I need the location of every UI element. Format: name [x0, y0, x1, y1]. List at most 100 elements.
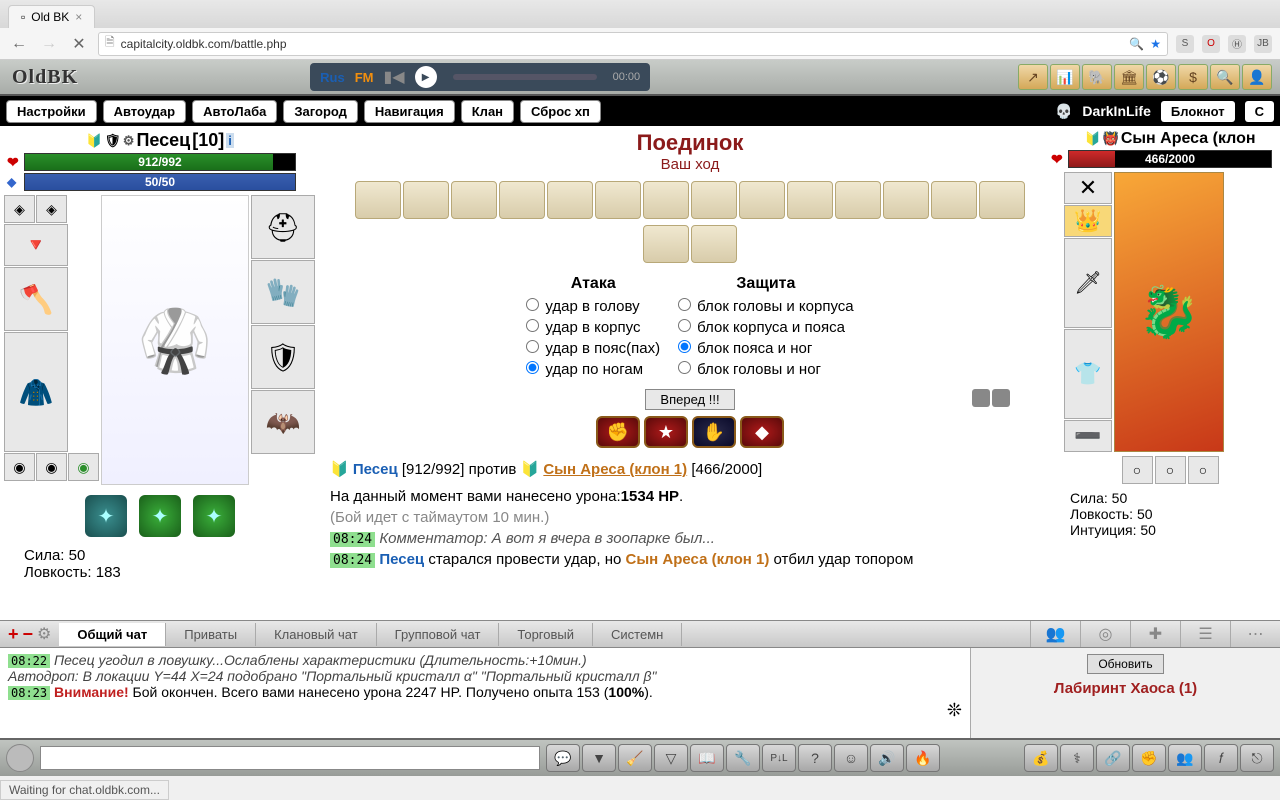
- slot-r-misc2[interactable]: ○: [1155, 456, 1186, 484]
- demon-icon[interactable]: 👹: [1103, 131, 1119, 147]
- skill-2[interactable]: ✦: [139, 495, 181, 537]
- chat-tab-trade[interactable]: Торговый: [499, 623, 593, 646]
- go-button[interactable]: Вперед !!!: [645, 389, 734, 410]
- rune-2[interactable]: ★: [644, 416, 688, 448]
- side-tab-target[interactable]: ◎: [1080, 621, 1130, 647]
- seek-bar[interactable]: [453, 74, 597, 80]
- link-icon[interactable]: 🔗: [1096, 744, 1130, 772]
- slot-necklace[interactable]: 🔻: [4, 224, 68, 266]
- game-logo[interactable]: OldBK: [0, 66, 90, 89]
- back-button[interactable]: ←: [8, 33, 30, 55]
- menu-outcity[interactable]: Загород: [283, 100, 358, 123]
- gear-icon[interactable]: ⚙: [37, 624, 51, 644]
- player-left-name[interactable]: Песец: [136, 130, 190, 151]
- chat-tab-system[interactable]: Системн: [593, 623, 682, 646]
- slot-r-neck[interactable]: ✕: [1064, 172, 1112, 204]
- menu-settings[interactable]: Настройки: [6, 100, 97, 123]
- exit-icon[interactable]: ⎋: [1240, 744, 1274, 772]
- top-icon-user[interactable]: 👤: [1242, 64, 1272, 90]
- wrench-icon[interactable]: 🔧: [726, 744, 760, 772]
- vs-player2[interactable]: Сын Ареса (клон 1): [543, 461, 687, 478]
- location-name[interactable]: Лабиринт Хаоса (1): [977, 680, 1274, 697]
- defense-option-1[interactable]: блок корпуса и пояса: [678, 319, 845, 336]
- slot-boots[interactable]: 🦇: [251, 390, 315, 454]
- clan-icon[interactable]: 🛡: [104, 133, 121, 149]
- star-icon[interactable]: ★: [1150, 37, 1161, 51]
- chat-input[interactable]: [40, 746, 540, 770]
- smile-icon[interactable]: ☺: [834, 744, 868, 772]
- slot-earring-l[interactable]: ◈: [4, 195, 35, 223]
- menu-clan[interactable]: Клан: [461, 100, 514, 123]
- slot-armor[interactable]: 🧥: [4, 332, 68, 452]
- top-icon-ball[interactable]: ⚽: [1146, 64, 1176, 90]
- rune-3[interactable]: ✋: [692, 416, 736, 448]
- stop-button[interactable]: ✕: [68, 33, 90, 55]
- bag-icon[interactable]: 💰: [1024, 744, 1058, 772]
- chat-tab-clan[interactable]: Клановый чат: [256, 623, 377, 646]
- top-icon-bank[interactable]: 🏛: [1114, 64, 1144, 90]
- torch-icon[interactable]: 🔥: [906, 744, 940, 772]
- top-icon-coin[interactable]: $: [1178, 64, 1208, 90]
- close-icon[interactable]: ×: [75, 10, 82, 24]
- align-icon[interactable]: 🔰: [86, 133, 102, 149]
- menu-autolab[interactable]: АвтоЛаба: [192, 100, 277, 123]
- funnel-icon[interactable]: ▽: [654, 744, 688, 772]
- menu-resethp[interactable]: Сброс хп: [520, 100, 601, 123]
- slot-helmet[interactable]: ⛑: [251, 195, 315, 259]
- attack-option-2[interactable]: удар в пояс(пах): [526, 340, 660, 357]
- defense-option-0[interactable]: блок головы и корпуса: [678, 298, 854, 315]
- extra-button[interactable]: С: [1245, 101, 1274, 122]
- gear-icon[interactable]: ⚙: [123, 133, 135, 149]
- skill-3[interactable]: ✦: [193, 495, 235, 537]
- ext-icon-jb[interactable]: JB: [1254, 35, 1272, 53]
- top-icon-chart[interactable]: ↗: [1018, 64, 1048, 90]
- sound-icon[interactable]: 🔊: [870, 744, 904, 772]
- notepad-button[interactable]: Блокнот: [1161, 101, 1235, 122]
- attack-option-3[interactable]: удар по ногам: [526, 361, 643, 378]
- forum-icon[interactable]: 𝑓: [1204, 744, 1238, 772]
- chat-tab-private[interactable]: Приваты: [166, 623, 256, 646]
- align-icon[interactable]: 🔰: [1084, 131, 1100, 147]
- character-portrait-left[interactable]: [101, 195, 249, 485]
- attack-option-0[interactable]: удар в голову: [526, 298, 639, 315]
- slot-r-misc1[interactable]: ○: [1122, 456, 1153, 484]
- defense-option-3[interactable]: блок головы и ног: [678, 361, 821, 378]
- brush-icon[interactable]: 🧹: [618, 744, 652, 772]
- slot-ring1[interactable]: ◉: [4, 453, 35, 481]
- group-icon[interactable]: 👥: [1168, 744, 1202, 772]
- top-icon-search[interactable]: 🔍: [1210, 64, 1240, 90]
- staff-icon[interactable]: ⚕: [1060, 744, 1094, 772]
- scroll-slot[interactable]: [355, 181, 401, 219]
- slot-weapon[interactable]: 🪓: [4, 267, 68, 331]
- url-bar[interactable]: 🗎 capitalcity.oldbk.com/battle.php 🔍 ★: [98, 32, 1168, 56]
- rune-1[interactable]: ✊: [596, 416, 640, 448]
- slot-shield[interactable]: 🛡: [251, 325, 315, 389]
- side-tab-more[interactable]: ⋯: [1230, 621, 1280, 647]
- menu-nav[interactable]: Навигация: [364, 100, 455, 123]
- fist-icon[interactable]: ✊: [1132, 744, 1166, 772]
- slot-r-armor[interactable]: 👕: [1064, 329, 1112, 419]
- top-icon-stats[interactable]: 📊: [1050, 64, 1080, 90]
- zoom-icon[interactable]: 🔍: [1129, 37, 1144, 51]
- side-tab-cross[interactable]: ✚: [1130, 621, 1180, 647]
- refresh-button[interactable]: Обновить: [1087, 654, 1163, 674]
- slot-earring-r[interactable]: ◈: [36, 195, 67, 223]
- attack-option-1[interactable]: удар в корпус: [526, 319, 640, 336]
- slot-gloves[interactable]: 🧤: [251, 260, 315, 324]
- shield-toggle-1[interactable]: [972, 389, 990, 407]
- slot-r-weapon[interactable]: 🗡: [1064, 238, 1112, 328]
- slot-ring3[interactable]: ◉: [68, 453, 99, 481]
- shield-toggle-2[interactable]: [992, 389, 1010, 407]
- menu-autohit[interactable]: Автоудар: [103, 100, 187, 123]
- book-icon[interactable]: 📖: [690, 744, 724, 772]
- top-icon-beast[interactable]: 🐘: [1082, 64, 1112, 90]
- chat-log[interactable]: 08:22 Песец угодил в ловушку...Ослаблены…: [0, 648, 970, 738]
- slot-r-amulet[interactable]: 👑: [1064, 205, 1112, 237]
- slot-ring2[interactable]: ◉: [36, 453, 67, 481]
- slot-r-misc3[interactable]: ○: [1188, 456, 1219, 484]
- chat-tab-general[interactable]: Общий чат: [59, 623, 166, 646]
- side-tab-list[interactable]: ☰: [1180, 621, 1230, 647]
- remove-tab-button[interactable]: −: [23, 624, 34, 645]
- info-icon[interactable]: i: [226, 133, 234, 148]
- filter-icon[interactable]: ▼: [582, 744, 616, 772]
